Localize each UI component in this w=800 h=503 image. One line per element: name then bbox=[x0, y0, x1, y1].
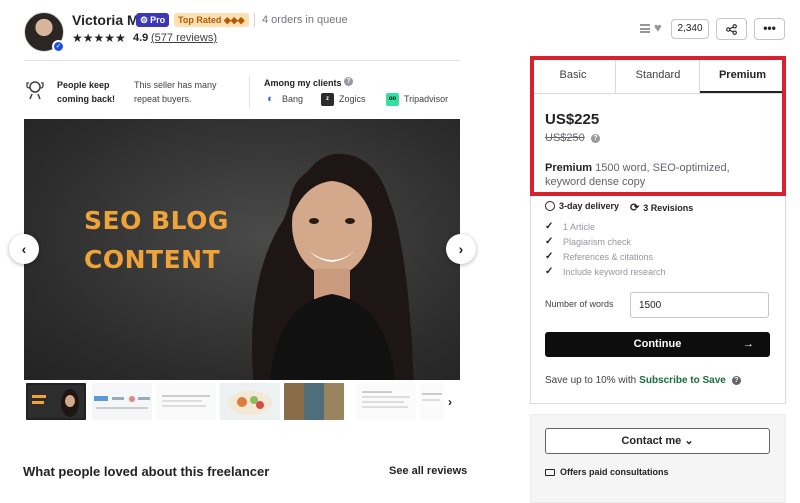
feature-label: 1 Article bbox=[563, 221, 596, 232]
pro-badge: ⚙ Pro bbox=[136, 13, 170, 27]
gallery-thumbnail[interactable] bbox=[26, 383, 86, 420]
feature-item: ✓ Plagiarism check bbox=[545, 236, 631, 247]
orders-in-queue: 4 orders in queue bbox=[262, 14, 348, 26]
see-all-reviews-link[interactable]: See all reviews bbox=[389, 465, 467, 477]
refresh-icon: ⟳ bbox=[630, 202, 640, 214]
more-options-button[interactable]: ••• bbox=[754, 18, 785, 40]
number-of-words-label: Number of words bbox=[545, 299, 614, 309]
feature-label: Include keyword research bbox=[563, 266, 666, 277]
bang-logo-icon: ◐ bbox=[264, 92, 277, 106]
star-rating-icons: ★★★★★ bbox=[72, 31, 126, 45]
gallery-thumbnail[interactable] bbox=[92, 383, 152, 420]
gallery-thumbnail[interactable] bbox=[420, 383, 444, 420]
list-icon[interactable] bbox=[640, 24, 650, 33]
delivery-time: 3-day delivery bbox=[545, 201, 619, 211]
check-icon: ✓ bbox=[545, 236, 554, 247]
rating-value: 4.9 bbox=[133, 32, 149, 44]
client-name: Bang bbox=[282, 94, 304, 104]
tripadvisor-logo-icon: oo bbox=[386, 92, 399, 106]
divider bbox=[24, 60, 460, 61]
video-camera-icon bbox=[545, 468, 555, 476]
highlight-box bbox=[530, 56, 786, 196]
share-icon bbox=[726, 24, 737, 35]
revisions: ⟳ 3 Revisions bbox=[630, 201, 693, 214]
revisions-label: 3 Revisions bbox=[643, 202, 694, 213]
contact-me-button[interactable]: Contact me ⌄ bbox=[545, 428, 770, 454]
feature-label: Plagiarism check bbox=[563, 236, 632, 247]
gallery-thumbnail[interactable] bbox=[284, 383, 344, 420]
subscribe-to-save-link[interactable]: Subscribe to Save bbox=[639, 375, 726, 386]
people-keep-coming-back: People keep coming back! bbox=[57, 80, 116, 104]
client-tripadvisor: oo Tripadvisor bbox=[386, 92, 448, 106]
paid-consultations: Offers paid consultations bbox=[545, 467, 669, 477]
trophy-icon bbox=[26, 80, 44, 100]
gallery-thumbnail[interactable] bbox=[356, 383, 416, 420]
check-icon: ✓ bbox=[545, 221, 554, 232]
gallery-thumbnail[interactable] bbox=[220, 383, 280, 420]
divider bbox=[254, 13, 255, 27]
share-button[interactable] bbox=[716, 18, 747, 40]
save-text: Save up to 10% with bbox=[545, 375, 637, 386]
check-icon: ✓ bbox=[545, 251, 554, 262]
feature-item: ✓ References & citations bbox=[545, 251, 653, 262]
clock-icon bbox=[545, 201, 555, 211]
consultations-label: Offers paid consultations bbox=[560, 467, 669, 477]
repeat-buyers-text: This seller has many repeat buyers. bbox=[134, 80, 217, 104]
help-icon[interactable]: ? bbox=[344, 77, 353, 86]
delivery-label: 3-day delivery bbox=[559, 201, 620, 211]
arrow-right-icon: → bbox=[743, 338, 754, 350]
client-bang: ◐ Bang bbox=[264, 92, 303, 106]
client-zogics: z Zogics bbox=[321, 92, 366, 106]
feature-label: References & citations bbox=[563, 251, 654, 262]
gallery-thumbnail[interactable] bbox=[156, 383, 216, 420]
divider bbox=[249, 75, 250, 108]
section-title: What people loved about this freelancer bbox=[23, 464, 270, 479]
zogics-logo-icon: z bbox=[321, 92, 334, 106]
feature-item: ✓ Include keyword research bbox=[545, 266, 666, 277]
likes-count[interactable]: 2,340 bbox=[671, 19, 709, 39]
seller-name[interactable]: Victoria M bbox=[72, 12, 139, 28]
gig-gallery-image[interactable]: SEO BLOG CONTENT bbox=[24, 119, 460, 380]
check-icon: ✓ bbox=[545, 266, 554, 277]
next-slide-button[interactable]: › bbox=[446, 234, 476, 264]
number-of-words-input[interactable] bbox=[630, 292, 769, 318]
continue-button[interactable]: Continue → bbox=[545, 332, 770, 357]
previous-slide-button[interactable]: ‹ bbox=[9, 234, 39, 264]
thumbnails-next-icon[interactable]: › bbox=[448, 395, 452, 409]
clients-title: Among my clients bbox=[264, 78, 342, 88]
heart-icon[interactable]: ♥ bbox=[654, 20, 662, 35]
continue-label: Continue bbox=[633, 338, 682, 350]
reviews-link[interactable]: (577 reviews) bbox=[151, 32, 217, 44]
portrait-illustration bbox=[252, 153, 414, 380]
subscribe-to-save: Save up to 10% with Subscribe to Save ? bbox=[545, 375, 741, 386]
help-icon[interactable]: ? bbox=[731, 376, 741, 385]
pro-icon: ⚙ bbox=[140, 15, 149, 25]
top-rated-badge: Top Rated ◆◆◆ bbox=[174, 13, 249, 27]
pro-label: Pro bbox=[150, 15, 166, 25]
feature-item: ✓ 1 Article bbox=[545, 221, 595, 232]
client-name: Zogics bbox=[339, 94, 366, 104]
client-name: Tripadvisor bbox=[404, 94, 449, 104]
verified-icon: ✓ bbox=[52, 40, 65, 53]
